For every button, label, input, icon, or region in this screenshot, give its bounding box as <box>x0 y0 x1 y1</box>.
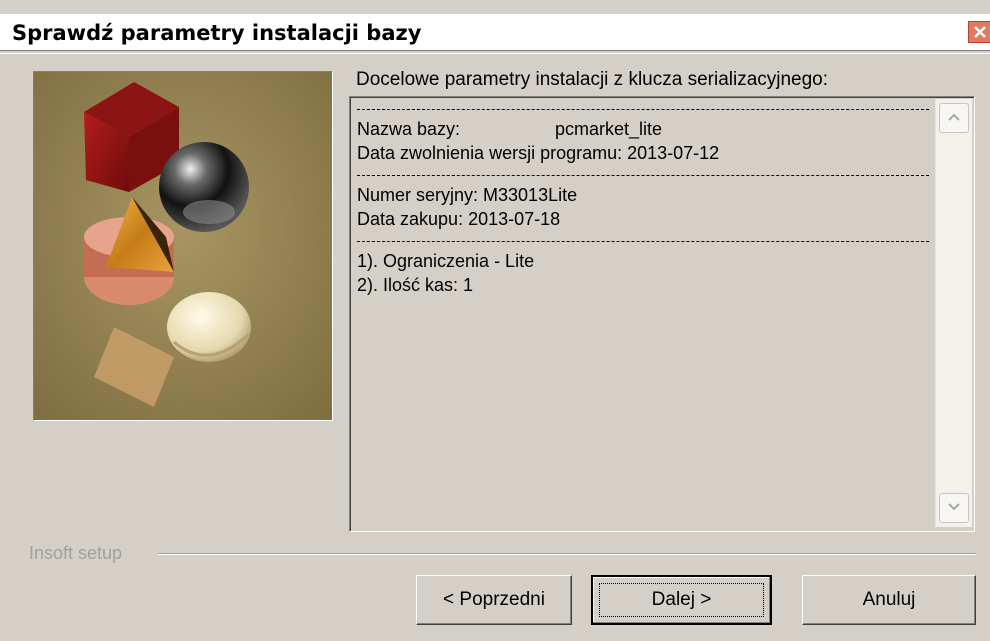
params-textbox[interactable]: Nazwa bazy: pcmarket_lite Data zwolnieni… <box>349 96 975 532</box>
title-bar: Sprawdź parametry instalacji bazy <box>0 14 990 50</box>
database-name-row: Nazwa bazy: pcmarket_lite <box>357 117 929 141</box>
database-name-value: pcmarket_lite <box>555 119 663 139</box>
scroll-down-button[interactable] <box>939 493 969 523</box>
focus-rect <box>599 583 764 617</box>
separator-dashes <box>357 241 929 243</box>
database-name-label: Nazwa bazy: <box>357 119 461 139</box>
title-separator <box>0 50 990 54</box>
next-button[interactable]: Dalej > <box>591 575 772 625</box>
release-date-row: Data zwolnienia wersji programu: 2013-07… <box>357 143 720 163</box>
setup-wizard-window: Sprawdź parametry instalacji bazy Docelo… <box>0 0 990 641</box>
serial-number-row: Numer seryjny: M33013Lite <box>357 185 578 205</box>
cancel-button-label: Anuluj <box>862 589 916 610</box>
purchase-date-row: Data zakupu: 2013-07-18 <box>357 209 561 229</box>
params-text: Nazwa bazy: pcmarket_lite Data zwolnieni… <box>357 103 929 297</box>
close-button[interactable] <box>968 21 990 43</box>
vertical-scrollbar[interactable] <box>935 99 972 527</box>
wizard-illustration <box>33 71 333 421</box>
previous-button-label: < Poprzedni <box>443 589 545 610</box>
separator-dashes <box>357 175 929 177</box>
limit-row-1: 1). Ograniczenia - Lite <box>357 251 535 271</box>
group-separator <box>158 553 976 555</box>
params-heading: Docelowe parametry instalacji z klucza s… <box>356 69 829 90</box>
chevron-down-icon <box>948 503 960 511</box>
cancel-button[interactable]: Anuluj <box>802 575 976 625</box>
limit-row-2: 2). Ilość kas: 1 <box>357 275 474 295</box>
window-title: Sprawdź parametry instalacji bazy <box>12 21 422 45</box>
close-icon <box>974 26 986 38</box>
group-label: Insoft setup <box>29 543 123 563</box>
chevron-up-icon <box>948 113 960 121</box>
scroll-up-button[interactable] <box>939 103 969 133</box>
separator-dashes <box>357 109 929 111</box>
previous-button[interactable]: < Poprzedni <box>416 575 572 625</box>
